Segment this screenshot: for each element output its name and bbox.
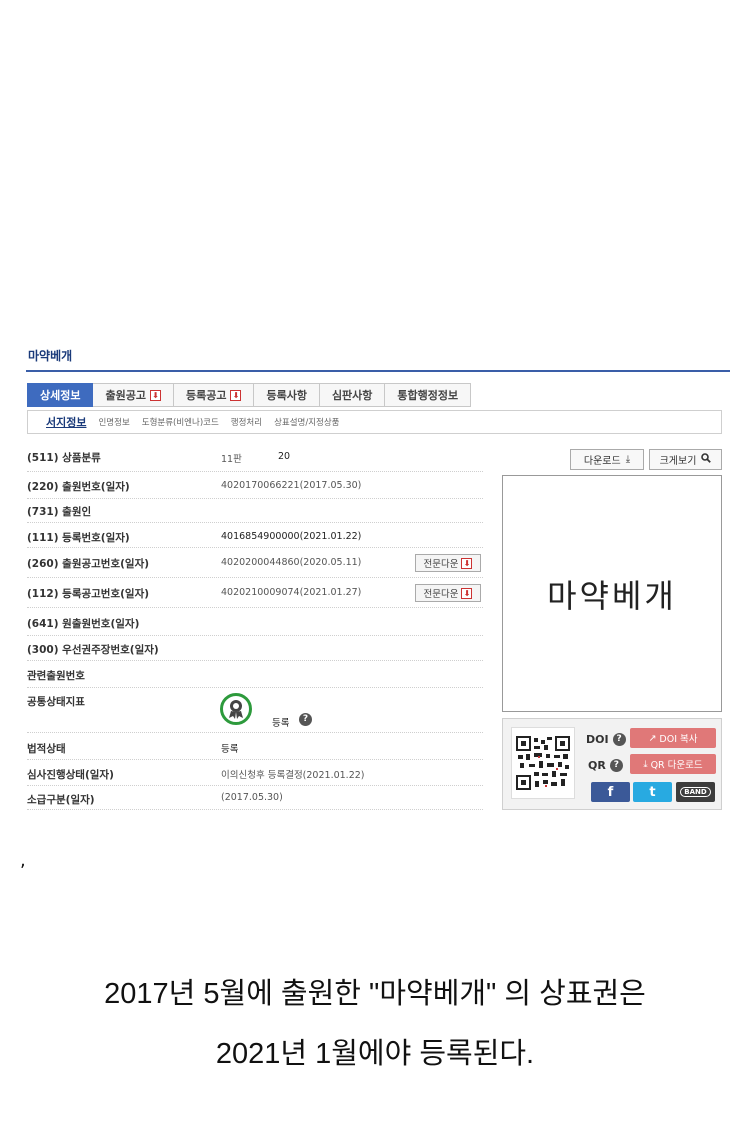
row-220: (220) 출원번호(일자) 4020170066221(2017.05.30) xyxy=(27,472,483,499)
row-status-indicator: 공통상태지표 등록 ? xyxy=(27,688,483,733)
external-link-icon: ↗ xyxy=(648,732,657,744)
doi-label: DOI? xyxy=(586,733,626,746)
caption-line-1: 2017년 5월에 출원한 "마약베개" 의 상표권은 xyxy=(104,978,646,1010)
zoom-button[interactable]: 크게보기 xyxy=(649,449,722,470)
row-731: (731) 출원인 xyxy=(27,499,483,523)
row-511: (511) 상품분류 11판 20 xyxy=(27,442,483,472)
share-panel: DOI? QR? ↗ DOI 복사 ⤓ QR 다운로드 f t BAND xyxy=(502,718,722,810)
row-300: (300) 우선권주장번호(일자) xyxy=(27,636,483,661)
row-112: (112) 등록공고번호(일자) 4020210009074(2021.01.2… xyxy=(27,578,483,608)
row-related: 관련출원번호 xyxy=(27,661,483,688)
tab-trial[interactable]: 심판사항 xyxy=(319,383,386,407)
tab-detail[interactable]: 상세정보 xyxy=(27,383,94,407)
magnifier-icon xyxy=(701,453,712,466)
subtab-description[interactable]: 상표설명/지정상품 xyxy=(274,416,339,428)
pdf-icon: ⬇ xyxy=(461,587,473,599)
row-legal-status: 법적상태 등록 xyxy=(27,733,483,760)
title-divider xyxy=(26,370,730,372)
doi-copy-button[interactable]: ↗ DOI 복사 xyxy=(630,728,716,748)
band-share-button[interactable]: BAND xyxy=(676,782,715,802)
tab-admin-info[interactable]: 통합행정정보 xyxy=(385,383,472,407)
download-icon: ⤓ xyxy=(625,454,631,465)
caption-line-2: 2021년 1월에야 등록된다. xyxy=(215,1038,535,1070)
comma-text: , xyxy=(20,850,26,871)
help-icon[interactable]: ? xyxy=(299,713,312,726)
qr-label: QR? xyxy=(588,759,623,772)
row-260: (260) 출원공고번호(일자) 4020200044860(2020.05.1… xyxy=(27,548,483,578)
subtab-bibliographic[interactable]: 서지정보 xyxy=(46,414,86,430)
row-retroactive: 소급구분(일자) (2017.05.30) xyxy=(27,786,483,810)
pdf-icon: ⬇ xyxy=(149,389,161,401)
tab-registration-items[interactable]: 등록사항 xyxy=(254,383,320,407)
registered-badge-icon xyxy=(220,693,252,729)
row-exam-status: 심사진행상태(일자) 이의신청후 등록결정(2021.01.22) xyxy=(27,760,483,786)
full-download-button[interactable]: 전문다운 ⬇ xyxy=(415,554,481,572)
trademark-image: 마약베개 xyxy=(502,475,722,712)
row-111: (111) 등록번호(일자) 4016854900000(2021.01.22) xyxy=(27,523,483,548)
subtab-vienna-code[interactable]: 도형분류(비엔나)코드 xyxy=(142,416,219,428)
download-button[interactable]: 다운로드 ⤓ xyxy=(570,449,644,470)
page-title: 마약베개 xyxy=(28,349,73,363)
qr-download-button[interactable]: ⤓ QR 다운로드 xyxy=(630,754,716,774)
pdf-icon: ⬇ xyxy=(461,557,473,569)
help-icon[interactable]: ? xyxy=(609,759,623,772)
twitter-share-button[interactable]: t xyxy=(633,782,672,802)
download-icon: ⤓ xyxy=(643,758,648,770)
tab-application-notice[interactable]: 출원공고 ⬇ xyxy=(93,383,174,407)
subtab-admin-processing[interactable]: 행정처리 xyxy=(231,416,262,428)
main-tabs: 상세정보 출원공고 ⬇ 등록공고 ⬇ 등록사항 심판사항 통합행정정보 xyxy=(27,383,472,407)
pdf-icon: ⬇ xyxy=(230,389,242,401)
facebook-share-button[interactable]: f xyxy=(591,782,630,802)
qr-code-icon xyxy=(511,727,575,799)
help-icon[interactable]: ? xyxy=(612,733,626,746)
full-download-button[interactable]: 전문다운 ⬇ xyxy=(415,584,481,602)
tab-registration-notice[interactable]: 등록공고 ⬇ xyxy=(173,383,255,407)
row-641: (641) 원출원번호(일자) xyxy=(27,608,483,636)
subtab-persons[interactable]: 인명정보 xyxy=(98,416,129,428)
sub-tabs: 서지정보 인명정보 도형분류(비엔나)코드 행정처리 상표설명/지정상품 xyxy=(27,410,722,434)
